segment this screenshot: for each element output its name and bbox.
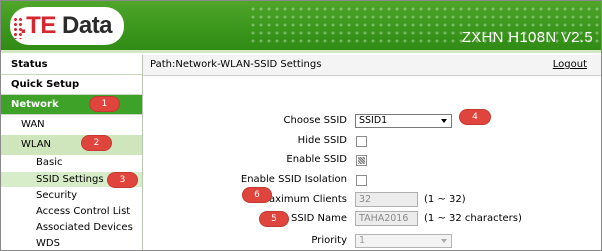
- annotation-marker-2: 2: [82, 136, 111, 150]
- sidebar-item-basic[interactable]: Basic: [1, 155, 142, 170]
- enable-isolation-checkbox[interactable]: [356, 175, 367, 186]
- choose-ssid-label: Choose SSID: [283, 115, 347, 126]
- enable-isolation-row: Enable SSID Isolation: [143, 172, 601, 190]
- sidebar-item-wds[interactable]: WDS: [1, 236, 142, 250]
- max-clients-input[interactable]: 32: [355, 192, 418, 207]
- sidebar-item-associated-devices[interactable]: Associated Devices: [1, 220, 142, 235]
- sidebar-item-security[interactable]: Security: [1, 188, 142, 203]
- ssid-name-value: TAHA2016: [359, 213, 409, 224]
- choose-ssid-select[interactable]: SSID1: [355, 114, 452, 128]
- annotation-marker-1: 1: [90, 97, 119, 111]
- ssid-name-label: SSID Name: [290, 213, 347, 224]
- sidebar-nav: Status Quick Setup Network WAN WLAN Basi…: [1, 55, 143, 250]
- chevron-down-icon: [441, 119, 447, 123]
- path-bar: Path:Network-WLAN-SSID Settings Logout: [143, 55, 601, 76]
- hide-ssid-row: Hide SSID: [143, 133, 601, 151]
- ssid-name-hint: (1 ~ 32 characters): [424, 213, 522, 224]
- max-clients-value: 32: [359, 194, 372, 205]
- choose-ssid-row: Choose SSID SSID1: [143, 113, 601, 131]
- logo-data-text: Data: [55, 12, 113, 39]
- router-admin-window: .TE Data ZXHN H108N V2.5 Status Quick Se…: [0, 0, 602, 251]
- device-model: ZXHN H108N V2.5: [461, 29, 593, 46]
- enable-ssid-label: Enable SSID: [286, 154, 347, 165]
- max-clients-row: Maximum Clients 32 (1 ~ 32): [143, 192, 601, 210]
- enable-ssid-checkbox[interactable]: [356, 155, 367, 166]
- hide-ssid-checkbox[interactable]: [356, 136, 367, 147]
- priority-row: Priority 1: [143, 233, 601, 250]
- choose-ssid-value: SSID1: [359, 115, 388, 126]
- priority-select[interactable]: 1: [355, 234, 452, 248]
- priority-value: 1: [359, 235, 366, 246]
- te-data-logo: .TE Data: [10, 7, 124, 45]
- annotation-marker-5: 5: [260, 212, 288, 226]
- sidebar-item-status[interactable]: Status: [1, 55, 142, 75]
- sidebar-item-wlan[interactable]: WLAN: [1, 135, 142, 155]
- header-banner: .TE Data ZXHN H108N V2.5: [1, 1, 601, 53]
- max-clients-hint: (1 ~ 32): [424, 194, 466, 205]
- annotation-marker-6: 6: [243, 188, 271, 202]
- enable-ssid-row: Enable SSID: [143, 152, 601, 170]
- breadcrumb: Path:Network-WLAN-SSID Settings: [150, 59, 322, 70]
- logout-link[interactable]: Logout: [553, 56, 587, 74]
- enable-isolation-label: Enable SSID Isolation: [240, 174, 347, 185]
- ssid-name-input[interactable]: TAHA2016: [355, 211, 418, 226]
- sidebar-item-network[interactable]: Network: [1, 95, 142, 115]
- sidebar-item-wan[interactable]: WAN: [1, 115, 142, 135]
- sidebar-item-access-control-list[interactable]: Access Control List: [1, 204, 142, 219]
- hide-ssid-label: Hide SSID: [297, 135, 347, 146]
- max-clients-label: Maximum Clients: [260, 194, 347, 205]
- sidebar-item-quick-setup[interactable]: Quick Setup: [1, 75, 142, 95]
- priority-label: Priority: [311, 235, 347, 246]
- logo-te-text: .TE: [20, 12, 56, 39]
- annotation-marker-4: 4: [460, 110, 490, 124]
- ssid-name-row: SSID Name TAHA2016 (1 ~ 32 characters): [143, 211, 601, 229]
- annotation-marker-3: 3: [108, 173, 137, 187]
- chevron-down-icon: [441, 239, 447, 243]
